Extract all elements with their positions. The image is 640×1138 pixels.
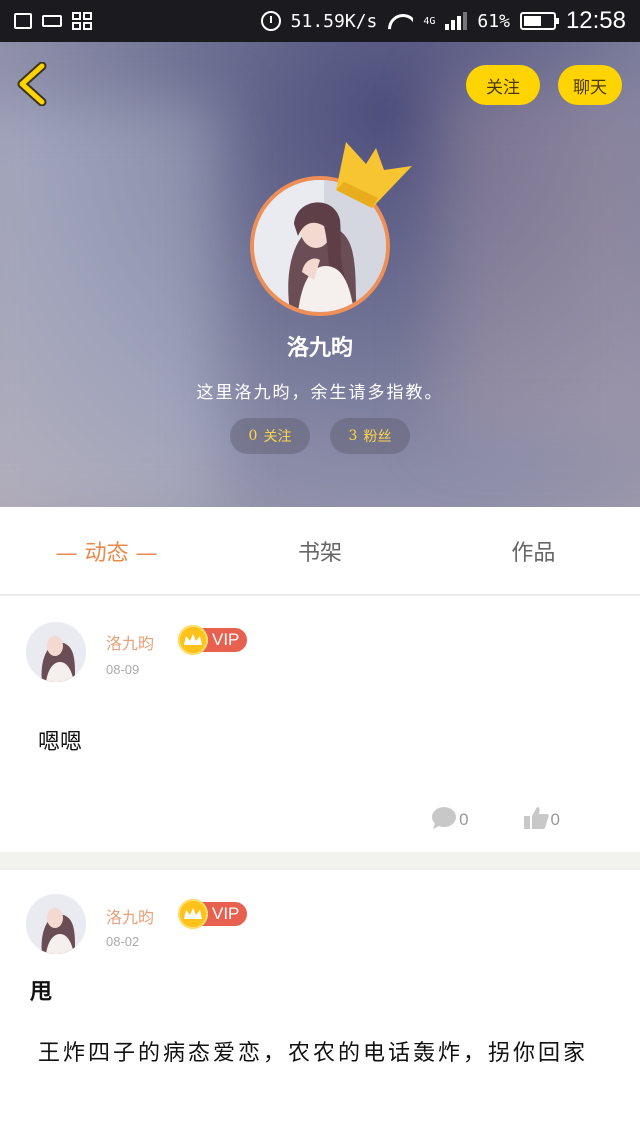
- post-body: 王炸四子的病态爱恋，农农的电话轰炸，拐你回家: [38, 1041, 589, 1066]
- like-count: 0: [550, 810, 560, 829]
- tab-bookshelf[interactable]: 书架: [213, 535, 426, 567]
- following-count: 0: [248, 428, 258, 444]
- fans-label: 粉丝: [363, 429, 392, 445]
- profile-header: 关注 聊天 洛九昀 这里洛九昀，余生请多指教。 0 关注 3 粉丝: [0, 42, 640, 507]
- following-label: 关注: [263, 429, 292, 445]
- post-author[interactable]: 洛九昀: [106, 904, 154, 928]
- vip-crown-icon: [178, 625, 208, 655]
- battery-icon: [519, 12, 559, 30]
- battery-level: 61%: [477, 10, 510, 32]
- following-count-button[interactable]: 0 关注: [230, 418, 310, 454]
- comment-count: 0: [459, 810, 469, 829]
- thumbs-up-icon: [523, 807, 549, 829]
- network-speed: 51.59K/s: [290, 10, 378, 32]
- profile-tabs: 动态 书架 作品: [0, 507, 640, 595]
- follow-button[interactable]: 关注: [466, 65, 540, 105]
- post-card[interactable]: 洛九昀 VIP 08-09 嗯嗯 0 0: [0, 596, 640, 852]
- post-author[interactable]: 洛九昀: [106, 630, 154, 654]
- box-icon: [42, 15, 62, 27]
- avatar[interactable]: [26, 622, 86, 682]
- comment-icon: [432, 807, 457, 829]
- fans-count: 3: [348, 428, 358, 444]
- chat-button[interactable]: 聊天: [558, 65, 622, 105]
- tab-works[interactable]: 作品: [427, 535, 640, 567]
- vip-badge: VIP: [178, 899, 248, 929]
- network-type: 4G: [423, 15, 436, 27]
- post-card[interactable]: 洛九昀 VIP 08-02 甩 王炸四子的病态爱恋，农农的电话轰炸，拐你回家: [0, 870, 640, 1138]
- comment-button[interactable]: 0: [431, 806, 469, 830]
- vip-crown-icon: [178, 899, 208, 929]
- post-title: 甩: [30, 979, 53, 1005]
- chevron-left-icon: [17, 61, 47, 107]
- post-date: 08-02: [106, 934, 140, 949]
- image-icon: [14, 13, 32, 29]
- fans-count-button[interactable]: 3 粉丝: [330, 418, 410, 454]
- post-date: 08-09: [106, 662, 140, 677]
- clock: 12:58: [565, 7, 626, 34]
- profile-username: 洛九昀: [286, 335, 353, 361]
- back-button[interactable]: [14, 61, 54, 107]
- alarm-icon: [260, 11, 281, 31]
- wifi-icon: [387, 12, 413, 30]
- profile-signature: 这里洛九昀，余生请多指教。: [196, 383, 444, 403]
- vip-badge: VIP: [178, 625, 248, 655]
- signal-icon: [445, 12, 468, 30]
- post-text: 嗯嗯: [38, 730, 83, 755]
- tab-moments[interactable]: 动态: [0, 535, 213, 567]
- avatar[interactable]: [26, 894, 86, 954]
- grid-icon: [72, 12, 92, 30]
- like-button[interactable]: 0: [523, 806, 560, 830]
- crown-icon: [336, 142, 412, 208]
- status-bar: 51.59K/s 4G 61% 12:58: [0, 0, 640, 42]
